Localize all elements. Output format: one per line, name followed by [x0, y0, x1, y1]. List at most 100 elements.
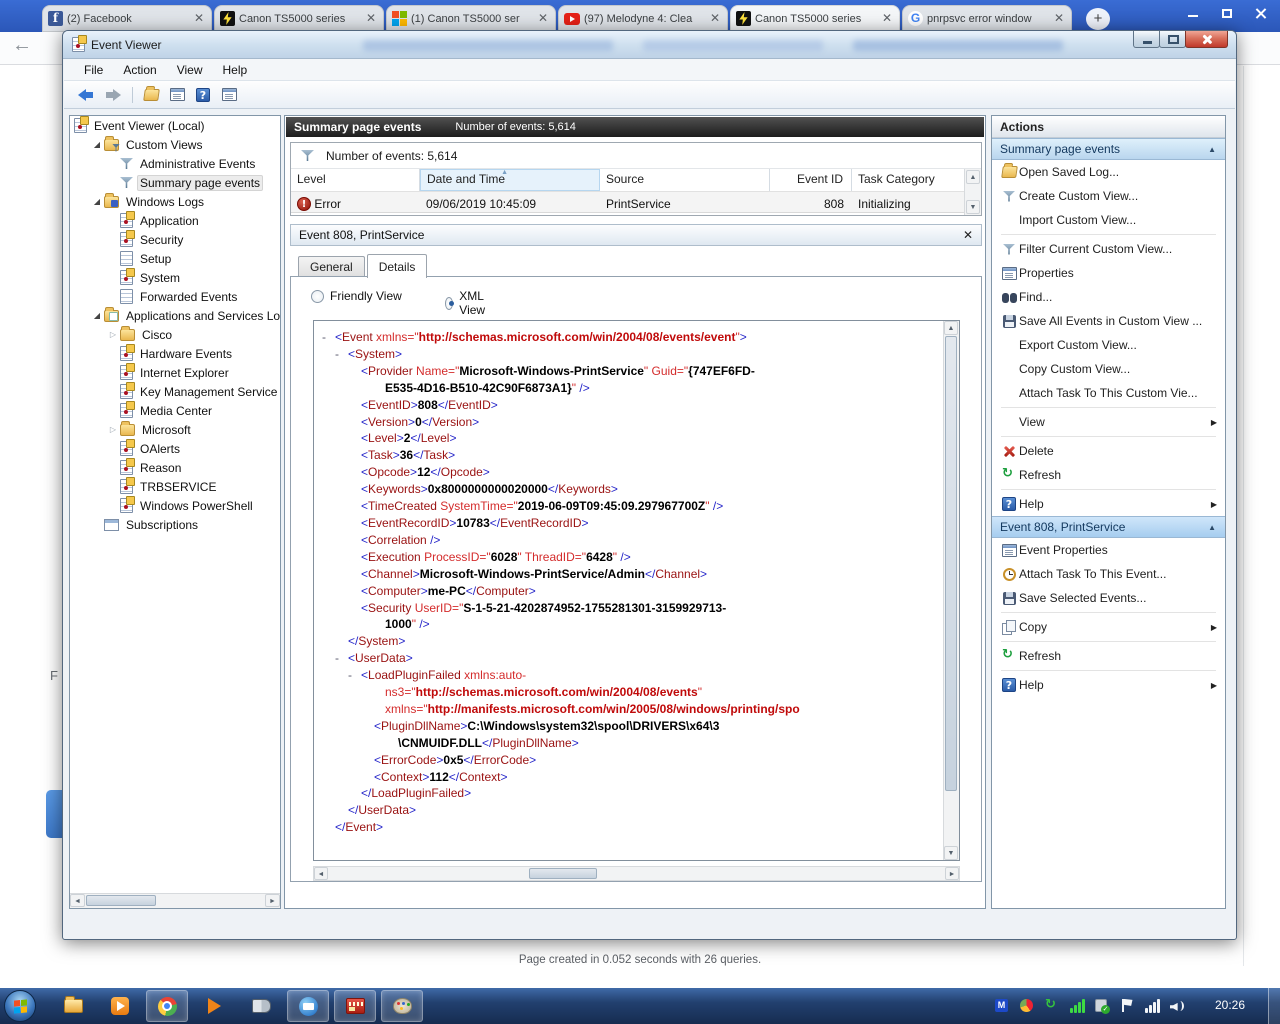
tree-item[interactable]: Forwarded Events	[70, 287, 280, 306]
page-button-fragment[interactable]	[46, 790, 63, 838]
tree-horizontal-scrollbar[interactable]: ◄ ►	[70, 893, 280, 908]
tab-close-icon[interactable]: ✕	[192, 12, 206, 26]
tray-sync[interactable]	[1045, 998, 1059, 1013]
taskbar-media-play[interactable]	[193, 990, 235, 1022]
event-row-cell[interactable]: 09/06/2019 10:45:09	[420, 191, 600, 213]
menu-help[interactable]: Help	[213, 60, 258, 80]
xml-horizontal-scrollbar[interactable]: ◄ ►	[313, 866, 960, 881]
browser-tab[interactable]: Canon TS5000 series ✕	[214, 5, 384, 32]
tray-mb[interactable]	[995, 998, 1008, 1012]
show-action-pane-button[interactable]	[217, 84, 241, 106]
tree-item[interactable]: Key Management Service	[70, 382, 280, 401]
expander-open-icon[interactable]: ◢	[90, 197, 104, 206]
tab-close-icon[interactable]: ✕	[880, 12, 894, 26]
column-header-source[interactable]: Source	[600, 169, 770, 191]
window-maximize-button[interactable]	[1159, 31, 1186, 48]
tab-close-icon[interactable]: ✕	[1052, 12, 1066, 26]
tree-item[interactable]: ▷Microsoft	[70, 420, 280, 439]
tree-item[interactable]: Hardware Events	[70, 344, 280, 363]
expander-closed-icon[interactable]: ▷	[106, 425, 120, 434]
event-row-cell[interactable]: 808	[770, 191, 852, 213]
show-console-tree-button[interactable]	[165, 84, 189, 106]
tree-item[interactable]: Subscriptions	[70, 515, 280, 534]
forward-button[interactable]	[100, 84, 124, 106]
xml-vertical-scrollbar[interactable]: ▲ ▼	[943, 321, 959, 860]
back-button[interactable]	[74, 84, 98, 106]
tray-gbars[interactable]	[1070, 998, 1085, 1013]
window-close-button[interactable]	[1185, 31, 1228, 48]
action-item[interactable]: Save All Events in Custom View ...	[992, 309, 1225, 333]
column-header-date-and-time[interactable]: ▲Date and Time	[420, 169, 600, 191]
export-button[interactable]	[139, 84, 163, 106]
action-group-header[interactable]: Event 808, PrintService ▲	[992, 516, 1225, 538]
action-item[interactable]: Event Properties	[992, 538, 1225, 562]
start-button[interactable]	[4, 990, 36, 1022]
window-minimize-button[interactable]	[1133, 31, 1160, 48]
taskbar-recorder[interactable]	[334, 990, 376, 1022]
tree-item[interactable]: Internet Explorer	[70, 363, 280, 382]
action-item[interactable]: Delete	[992, 439, 1225, 463]
column-header-level[interactable]: Level	[291, 169, 420, 191]
tray-vol[interactable]	[1170, 998, 1186, 1013]
tree-item[interactable]: Security	[70, 230, 280, 249]
action-item[interactable]: Import Custom View...	[992, 208, 1225, 232]
action-item[interactable]: Help ▶	[992, 492, 1225, 516]
event-row-cell[interactable]: Initializing	[852, 191, 966, 213]
tab-close-icon[interactable]: ✕	[708, 12, 722, 26]
taskbar-address-book[interactable]	[240, 990, 282, 1022]
browser-minimize-button[interactable]	[1178, 3, 1208, 23]
menu-action[interactable]: Action	[113, 60, 166, 80]
xml-view-radio[interactable]	[445, 297, 453, 310]
column-header-task-category[interactable]: Task Category	[852, 169, 966, 191]
browser-close-button[interactable]	[1246, 3, 1278, 23]
browser-tab[interactable]: Canon TS5000 series ✕	[730, 5, 900, 32]
menu-view[interactable]: View	[167, 60, 213, 80]
tree-item[interactable]: Reason	[70, 458, 280, 477]
show-desktop-button[interactable]	[1268, 988, 1280, 1024]
action-item[interactable]: Filter Current Custom View...	[992, 237, 1225, 261]
collapse-dash-icon[interactable]: -	[322, 329, 335, 346]
action-item[interactable]: Export Custom View...	[992, 333, 1225, 357]
browser-tab[interactable]: (1) Canon TS5000 ser ✕	[386, 5, 556, 32]
details-close-icon[interactable]: ✕	[963, 230, 973, 240]
window-title-bar[interactable]: Event Viewer	[63, 31, 1236, 59]
tree-item[interactable]: Windows PowerShell	[70, 496, 280, 515]
tree-item[interactable]: ◢Custom Views	[70, 135, 280, 154]
action-item[interactable]: Open Saved Log...	[992, 160, 1225, 184]
tree-item[interactable]: Event Viewer (Local)	[70, 116, 280, 135]
taskbar-messenger[interactable]	[287, 990, 329, 1022]
tree-item[interactable]: Administrative Events	[70, 154, 280, 173]
collapse-dash-icon[interactable]: -	[348, 667, 361, 684]
tab-close-icon[interactable]: ✕	[536, 12, 550, 26]
event-list-vertical-scrollbar[interactable]: ▲ ▼	[964, 169, 981, 215]
tree-item[interactable]: OAlerts	[70, 439, 280, 458]
taskbar-chrome[interactable]	[146, 990, 188, 1022]
action-item[interactable]: Attach Task To This Custom Vie...	[992, 381, 1225, 405]
action-item[interactable]: Copy Custom View...	[992, 357, 1225, 381]
tab-general[interactable]: General	[298, 256, 365, 277]
tree-item[interactable]: Summary page events	[70, 173, 280, 192]
collapse-dash-icon[interactable]: -	[335, 346, 348, 363]
taskbar-media-player-orange[interactable]	[99, 990, 141, 1022]
action-item[interactable]: Help ▶	[992, 673, 1225, 697]
browser-tab[interactable]: pnrpsvc error window ✕	[902, 5, 1072, 32]
collapse-arrow-icon[interactable]: ▲	[1208, 145, 1216, 154]
event-row-cell[interactable]: Error	[291, 191, 420, 213]
new-tab-button[interactable]: +	[1086, 8, 1110, 30]
tray-flag[interactable]	[1120, 998, 1134, 1013]
taskbar-palette-app[interactable]	[381, 990, 423, 1022]
tree-item[interactable]: Setup	[70, 249, 280, 268]
tab-details[interactable]: Details	[367, 254, 428, 278]
action-item[interactable]: Save Selected Events...	[992, 586, 1225, 610]
collapse-dash-icon[interactable]: -	[335, 650, 348, 667]
tree-item[interactable]: ◢Windows Logs	[70, 192, 280, 211]
action-group-header[interactable]: Summary page events ▲	[992, 138, 1225, 160]
action-item[interactable]: Find...	[992, 285, 1225, 309]
action-item[interactable]: Refresh	[992, 644, 1225, 668]
tray-pie[interactable]	[1020, 998, 1033, 1012]
action-item[interactable]: View ▶	[992, 410, 1225, 434]
tray-nbars[interactable]	[1145, 998, 1160, 1013]
tab-close-icon[interactable]: ✕	[364, 12, 378, 26]
collapse-arrow-icon[interactable]: ▲	[1208, 523, 1216, 532]
action-item[interactable]: Refresh	[992, 463, 1225, 487]
